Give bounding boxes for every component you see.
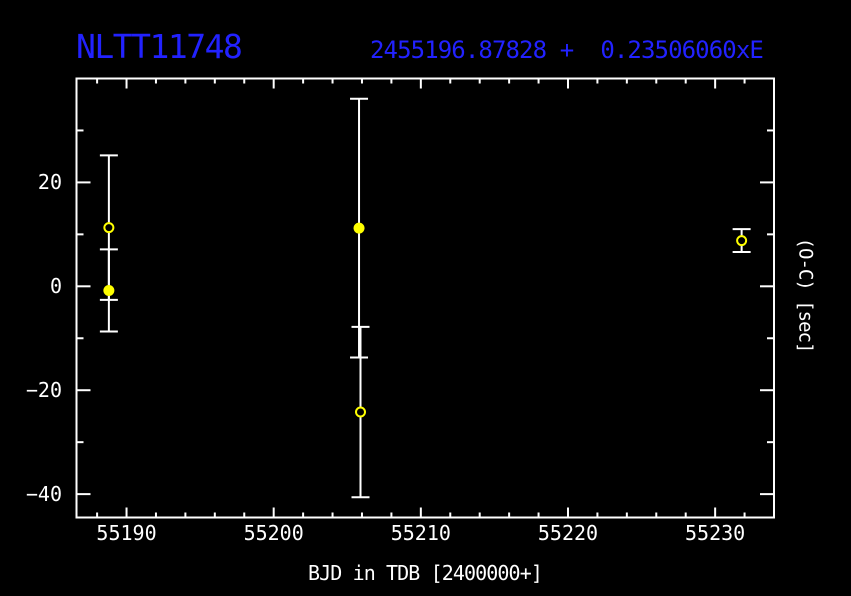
x-tick-label: 55190 xyxy=(82,522,172,544)
data-point-open-circle xyxy=(104,223,113,232)
data-point-filled-circle xyxy=(354,223,365,234)
plot-container: NLTT11748 2455196.87828 + 0.23506060xE B… xyxy=(0,0,851,596)
y-tick-label: −40 xyxy=(0,483,62,505)
data-point-open-circle xyxy=(737,236,746,245)
x-tick-label: 55220 xyxy=(523,522,613,544)
plot-border xyxy=(77,79,775,518)
x-tick-label: 55200 xyxy=(229,522,319,544)
plot-frame xyxy=(0,0,851,596)
data-point-filled-circle xyxy=(103,285,114,296)
y-axis-label: (O-C) [sec] xyxy=(796,238,815,353)
x-tick-label: 55210 xyxy=(376,522,466,544)
data-point-open-circle xyxy=(356,408,365,417)
x-axis-label: BJD in TDB [2400000+] xyxy=(225,561,625,585)
y-tick-label: 20 xyxy=(0,171,62,193)
x-tick-label: 55230 xyxy=(670,522,760,544)
y-tick-label: 0 xyxy=(0,275,62,297)
y-tick-label: −20 xyxy=(0,379,62,401)
